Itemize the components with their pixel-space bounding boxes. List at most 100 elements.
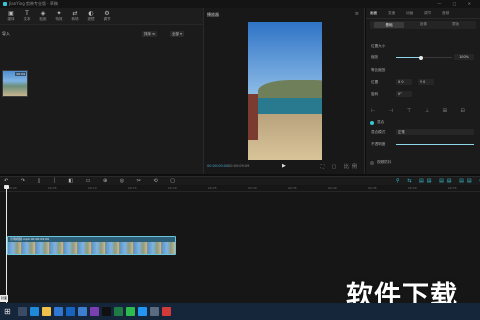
playhead[interactable] <box>4 185 9 303</box>
ruler-tick: 00:40 <box>328 186 337 190</box>
inspector-tabs: 画面 变速 动画 调节 音频 <box>366 8 480 19</box>
opacity-label: 不透明度 <box>371 142 386 146</box>
subtab-chroma[interactable]: 抠像 <box>420 22 427 27</box>
tool-label: 滤镜 <box>87 17 95 21</box>
sticker-icon: ◈ <box>40 10 46 17</box>
import-label[interactable]: 导入 <box>2 31 10 37</box>
tool-media[interactable]: ▣ 媒体 <box>4 10 18 23</box>
scale-slider[interactable] <box>396 55 452 60</box>
tool-label: 调节 <box>103 17 111 21</box>
excel-taskbar-icon[interactable] <box>114 307 123 316</box>
taskbar: ⊞ <box>0 303 480 320</box>
photos-taskbar-icon[interactable] <box>78 307 87 316</box>
ruler-tick: 00:35 <box>288 186 297 190</box>
timeline-view-tools[interactable]: ⚲ ⇆ ▤▤ ▤▤ ▤▤ ⊖ ⊕ <box>396 178 480 184</box>
video-clip[interactable]: 示例视频.mp4 00:00:09:09 <box>7 236 176 255</box>
sort-button[interactable]: 排序 ≡ <box>142 31 158 37</box>
timeline-ruler[interactable]: 00:00 00:05 00:10 00:15 00:20 00:25 00:30 00:35… <box>0 185 480 192</box>
ruler-tick: 00:45 <box>368 186 377 190</box>
blend-mode-label: 混合模式 <box>371 130 386 134</box>
position-label: 位置 <box>371 80 379 84</box>
tool-adjust[interactable]: ⚙ 调节 <box>100 10 114 23</box>
transition-icon: ⇄ <box>72 10 78 17</box>
subtab-mask[interactable]: 蒙版 <box>452 22 459 27</box>
tool-text[interactable]: T 文本 <box>20 10 34 23</box>
scale-slider-fill <box>396 57 422 58</box>
tab-speed[interactable]: 变速 <box>388 11 395 16</box>
scale-slider-knob[interactable] <box>419 55 424 60</box>
qq-taskbar-icon[interactable] <box>138 307 147 316</box>
app-logo-icon <box>3 2 7 6</box>
settings-taskbar-icon[interactable] <box>150 307 159 316</box>
blend-label: 混合 <box>377 120 385 124</box>
opacity-slider[interactable] <box>396 144 474 145</box>
explorer-taskbar-icon[interactable] <box>42 307 51 316</box>
video-taskbar-icon[interactable] <box>90 307 99 316</box>
player-right-controls[interactable]: ⛶ ▢ 比例 <box>321 163 360 170</box>
section-position-size: 位置大小 <box>371 44 386 48</box>
tool-transition[interactable]: ⇄ 转场 <box>68 10 82 23</box>
subtab-basic[interactable]: 基础 <box>374 22 404 28</box>
wechat-taskbar-icon[interactable] <box>126 307 135 316</box>
tab-audio[interactable]: 音频 <box>442 11 449 16</box>
total-timecode: 00:00:09:09 <box>228 164 250 168</box>
store-taskbar-icon[interactable] <box>54 307 63 316</box>
position-x-input[interactable]: X 0 <box>396 79 412 85</box>
stabilize-toggle[interactable] <box>370 161 374 165</box>
ruler-tick: 00:05 <box>48 186 57 190</box>
capcut-taskbar-icon[interactable] <box>102 307 111 316</box>
music-taskbar-icon[interactable] <box>162 307 171 316</box>
start-icon[interactable]: ⊞ <box>4 307 11 316</box>
media-icon: ▣ <box>8 10 14 17</box>
media-panel: 导入 排序 ≡ 全部 ▾ 00:09 <box>0 24 203 174</box>
tool-filter[interactable]: ◐ 滤镜 <box>84 10 98 23</box>
align-buttons[interactable]: ⊢ ⊣ ⊤ ⊥ ⊞ ⊟ <box>371 108 471 114</box>
rotate-label: 旋转 <box>371 92 379 96</box>
edge-taskbar-icon[interactable] <box>30 307 39 316</box>
opacity-slider-fill <box>396 144 474 145</box>
ruler-tick: 00:25 <box>208 186 217 190</box>
tool-label: 转场 <box>71 17 79 21</box>
cover-button[interactable]: 封面 <box>0 295 8 302</box>
ruler-tick: 00:55 <box>448 186 457 190</box>
rotate-input[interactable]: 0° <box>396 91 412 97</box>
current-timecode: 00:00:00:00 <box>207 164 229 168</box>
ruler-tick: 00:50 <box>408 186 417 190</box>
media-thumbnail[interactable]: 00:09 <box>2 70 28 97</box>
search-taskbar-icon[interactable] <box>18 307 27 316</box>
tab-picture[interactable]: 画面 <box>370 11 377 16</box>
mail-taskbar-icon[interactable] <box>66 307 75 316</box>
filter-icon: ◐ <box>88 10 94 17</box>
adjust-icon: ⚙ <box>104 10 110 17</box>
play-icon[interactable]: ▶ <box>282 163 286 169</box>
tool-label: 贴纸 <box>39 17 47 21</box>
tool-effects[interactable]: ✦ 特效 <box>52 10 66 23</box>
text-icon: T <box>25 10 29 17</box>
scale-value[interactable]: 100% <box>454 54 474 60</box>
inspector-subtabs: 基础 抠像 蒙版 <box>370 21 476 29</box>
ruler-tick: 00:30 <box>248 186 257 190</box>
title-bar: JianYing 剪映专业版 · 草稿 — □ ✕ <box>0 0 480 8</box>
video-preview[interactable] <box>248 22 322 160</box>
tool-sticker[interactable]: ◈ 贴纸 <box>36 10 50 23</box>
blend-toggle[interactable] <box>370 121 374 125</box>
stabilize-label: 视频防抖 <box>377 160 392 164</box>
player-menu-icon[interactable]: ≡ <box>355 11 359 17</box>
tab-adjust[interactable]: 调节 <box>424 11 431 16</box>
tool-label: 文本 <box>23 17 31 21</box>
position-y-input[interactable]: Y 0 <box>418 79 434 85</box>
scale-label: 缩放 <box>371 55 379 59</box>
ruler-tick: 00:20 <box>168 186 177 190</box>
window-controls[interactable]: — □ ✕ <box>437 1 476 6</box>
uniform-scale-label[interactable]: 等比缩放 <box>371 68 385 73</box>
window-title: JianYing 剪映专业版 · 草稿 <box>9 1 58 6</box>
inspector-panel: 画面 变速 动画 调节 音频 基础 抠像 蒙版 位置大小 缩放 100% 等比缩… <box>366 8 480 174</box>
blend-mode-dropdown[interactable]: 正常 <box>396 129 474 135</box>
timeline-edit-tools[interactable]: ↶ ↷ ▯ ⏐ ◧ ▭ ⊕ ◎ ✂ ⟲ ▢ <box>4 178 180 184</box>
tab-animation[interactable]: 动画 <box>406 11 413 16</box>
ruler-tick: 00:15 <box>128 186 137 190</box>
filter-dropdown[interactable]: 全部 ▾ <box>170 31 184 37</box>
tool-label: 媒体 <box>7 17 15 21</box>
preview-beach <box>248 114 322 160</box>
effects-icon: ✦ <box>56 10 62 17</box>
